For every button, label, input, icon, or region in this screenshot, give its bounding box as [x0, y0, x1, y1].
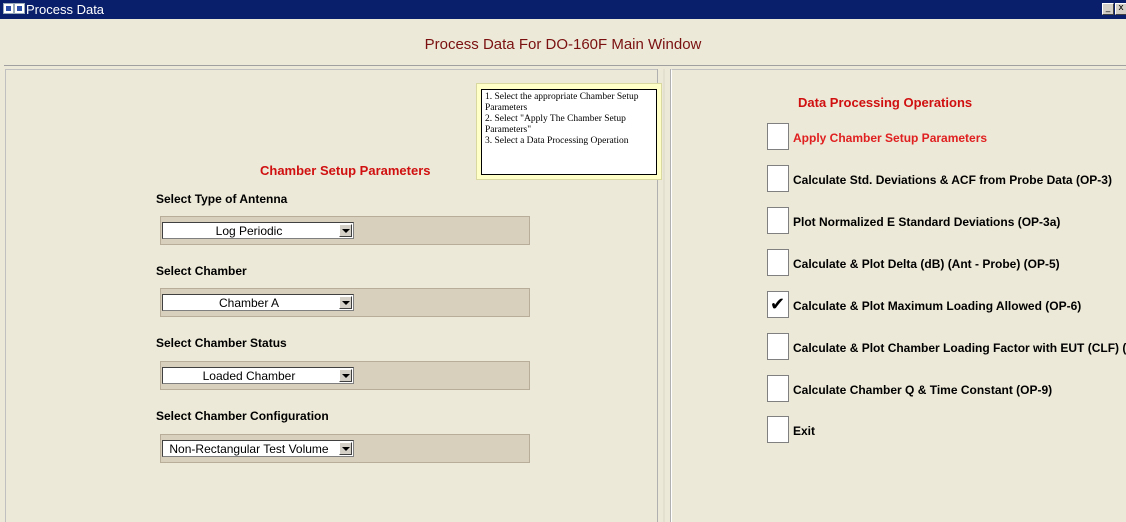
window-menu-icon[interactable]	[3, 3, 14, 14]
op-checkbox[interactable]	[767, 333, 789, 360]
op-checkbox[interactable]	[767, 249, 789, 276]
op-checkbox[interactable]	[767, 207, 789, 234]
header-divider	[4, 65, 1126, 66]
op-checkbox[interactable]: ✔	[767, 291, 789, 318]
chevron-down-icon[interactable]	[339, 296, 352, 309]
chevron-down-icon[interactable]	[339, 442, 352, 455]
chamber-status-frame: Loaded Chamber	[160, 361, 530, 390]
chamber-frame: Chamber A	[160, 288, 530, 317]
chamber-config-value: Non-Rectangular Test Volume	[169, 442, 329, 456]
op-checkbox[interactable]	[767, 123, 789, 150]
op-label: Calculate Std. Deviations & ACF from Pro…	[793, 173, 1112, 187]
op-label: Calculate Chamber Q & Time Constant (OP-…	[793, 383, 1053, 397]
operations-title: Data Processing Operations	[798, 95, 973, 110]
minimize-button[interactable]: _	[1102, 3, 1114, 15]
checkmark-icon: ✔	[770, 294, 786, 315]
chevron-down-icon[interactable]	[339, 369, 352, 382]
chamber-status-select[interactable]: Loaded Chamber	[162, 367, 354, 384]
chamber-status-label: Select Chamber Status	[156, 336, 287, 350]
antenna-type-select[interactable]: Log Periodic	[162, 222, 354, 239]
instruction-step: 1. Select the appropriate Chamber Setup …	[485, 92, 639, 113]
op-label: Exit	[793, 424, 816, 438]
chamber-value: Chamber A	[218, 296, 280, 310]
op-label: Plot Normalized E Standard Deviations (O…	[793, 215, 1061, 229]
op-label: Calculate & Plot Maximum Loading Allowed…	[793, 299, 1082, 313]
chamber-config-label: Select Chamber Configuration	[156, 409, 329, 423]
instructions-box: 1. Select the appropriate Chamber Setup …	[481, 89, 657, 175]
restore-icon[interactable]	[14, 3, 25, 14]
close-button[interactable]: x	[1115, 3, 1126, 15]
antenna-type-frame: Log Periodic	[160, 216, 530, 245]
op-label: Calculate & Plot Delta (dB) (Ant - Probe…	[793, 257, 1060, 271]
op-checkbox[interactable]	[767, 165, 789, 192]
instruction-step: 3. Select a Data Processing Operation	[485, 136, 629, 146]
window-titlebar: Process Data _ x	[0, 0, 1126, 19]
form-header-title: Process Data For DO-160F Main Window	[424, 36, 702, 53]
chamber-config-select[interactable]: Non-Rectangular Test Volume	[162, 440, 354, 457]
op-checkbox[interactable]	[767, 416, 789, 443]
op-label: Calculate & Plot Chamber Loading Factor …	[793, 341, 1126, 355]
instructions-note: 1. Select the appropriate Chamber Setup …	[476, 83, 662, 180]
window-title: Process Data	[26, 2, 105, 17]
instruction-step: 2. Select "Apply The Chamber Setup Param…	[485, 114, 626, 135]
op-label: Apply Chamber Setup Parameters	[793, 131, 988, 145]
antenna-type-value: Log Periodic	[215, 224, 283, 238]
op-checkbox[interactable]	[767, 375, 789, 402]
chamber-status-value: Loaded Chamber	[202, 369, 296, 383]
chevron-down-icon[interactable]	[339, 224, 352, 237]
antenna-type-label: Select Type of Antenna	[156, 192, 288, 206]
chamber-config-frame: Non-Rectangular Test Volume	[160, 434, 530, 463]
chamber-setup-title: Chamber Setup Parameters	[260, 163, 431, 178]
form-header: Process Data For DO-160F Main Window	[0, 19, 1126, 66]
chamber-select[interactable]: Chamber A	[162, 294, 354, 311]
chamber-label: Select Chamber	[156, 264, 247, 278]
